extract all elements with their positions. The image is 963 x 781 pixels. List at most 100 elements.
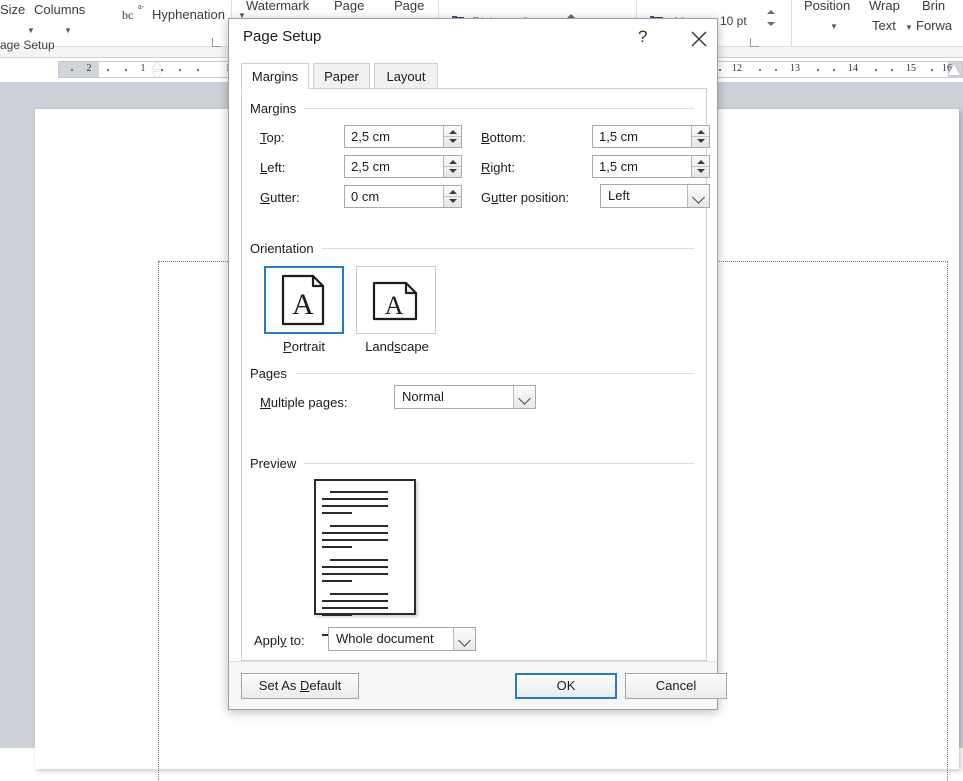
ribbon-button-bring-forward-line2[interactable]: Forwa bbox=[916, 18, 952, 33]
top-margin-spin-buttons[interactable] bbox=[443, 126, 461, 147]
margins-tab-panel: Margins Top: 2,5 cm Bottom: 1,5 cm Left:… bbox=[241, 88, 707, 661]
preview-line bbox=[322, 532, 388, 534]
left-margin-spinner[interactable]: 2,5 cm bbox=[344, 155, 462, 178]
bottom-margin-value[interactable]: 1,5 cm bbox=[593, 126, 691, 147]
dialog-title: Page Setup bbox=[243, 28, 321, 45]
preview-line bbox=[322, 512, 352, 514]
group-label-pages: Pages bbox=[250, 366, 293, 381]
label-bottom: Bottom: bbox=[481, 130, 526, 145]
gutter-spinner[interactable]: 0 cm bbox=[344, 185, 462, 208]
svg-text:A: A bbox=[385, 291, 404, 320]
page-setup-dialog: Page Setup ? Margins Paper Layout Margin… bbox=[228, 18, 718, 710]
ruler-number: 15 bbox=[906, 63, 916, 74]
chevron-down-icon[interactable]: ▼ bbox=[64, 26, 72, 35]
gutter-spin-buttons[interactable] bbox=[443, 186, 461, 207]
chevron-down-icon[interactable]: ▼ bbox=[830, 22, 838, 31]
spinner-up-icon bbox=[449, 190, 457, 194]
spinner-up-icon bbox=[697, 130, 705, 134]
bottom-margin-spinner[interactable]: 1,5 cm bbox=[592, 125, 710, 148]
bottom-margin-spin-buttons[interactable] bbox=[691, 126, 709, 147]
preview-line bbox=[322, 498, 388, 500]
orientation-label-landscape: Landscape bbox=[350, 339, 444, 354]
ribbon-button-position[interactable]: Position bbox=[804, 0, 850, 13]
group-label-margins: Margins bbox=[250, 101, 302, 116]
tab-layout[interactable]: Layout bbox=[374, 63, 438, 89]
gutter-value[interactable]: 0 cm bbox=[345, 186, 443, 207]
multiple-pages-dropdown[interactable]: Normal bbox=[394, 385, 536, 409]
ribbon-separator bbox=[791, 0, 792, 46]
group-label-preview: Preview bbox=[250, 456, 302, 471]
chevron-down-icon[interactable]: ▼ bbox=[905, 23, 913, 32]
chevron-down-icon[interactable] bbox=[513, 386, 535, 408]
chevron-down-icon[interactable]: ▼ bbox=[27, 26, 35, 35]
page-portrait-icon: A bbox=[277, 273, 331, 327]
chevron-down-icon[interactable] bbox=[453, 628, 475, 650]
hyphenation-icon-sup: a- bbox=[138, 2, 144, 11]
preview-line-indented bbox=[330, 593, 388, 595]
ruler-number: 14 bbox=[848, 63, 858, 74]
preview-line bbox=[322, 546, 352, 548]
group-divider bbox=[304, 463, 694, 464]
top-margin-spinner[interactable]: 2,5 cm bbox=[344, 125, 462, 148]
left-margin-spin-buttons[interactable] bbox=[443, 156, 461, 177]
label-right: Right: bbox=[481, 160, 515, 175]
orientation-option-portrait[interactable]: A bbox=[264, 266, 344, 334]
right-margin-spinner[interactable]: 1,5 cm bbox=[592, 155, 710, 178]
gutter-position-value: Left bbox=[601, 185, 687, 207]
spinner-down-icon bbox=[449, 199, 457, 203]
ribbon-button-columns[interactable]: Columns bbox=[34, 2, 85, 17]
tab-margins[interactable]: Margins bbox=[241, 63, 309, 89]
spinner-down-icon[interactable] bbox=[767, 22, 775, 26]
ribbon-button-wrap-text-line2[interactable]: Text bbox=[872, 18, 896, 33]
preview-line bbox=[322, 614, 352, 616]
top-margin-value[interactable]: 2,5 cm bbox=[345, 126, 443, 147]
label-gutter: Gutter: bbox=[260, 190, 300, 205]
ribbon-button-wrap-text[interactable]: Wrap bbox=[869, 0, 900, 13]
preview-line bbox=[322, 600, 388, 602]
label-apply-to: Apply to: bbox=[254, 633, 305, 648]
dialog-footer: Set As Default OK Cancel bbox=[229, 661, 717, 709]
right-margin-spin-buttons[interactable] bbox=[691, 156, 709, 177]
cancel-button[interactable]: Cancel bbox=[625, 673, 727, 699]
left-margin-value[interactable]: 2,5 cm bbox=[345, 156, 443, 177]
preview-line bbox=[322, 505, 388, 507]
ok-button[interactable]: OK bbox=[515, 673, 617, 699]
ribbon-button-page-color[interactable]: Page bbox=[334, 0, 364, 13]
spinner-up-icon bbox=[697, 160, 705, 164]
ruler-number: 12 bbox=[732, 63, 742, 74]
ribbon-button-hyphenation[interactable]: Hyphenation bbox=[152, 7, 225, 22]
close-icon bbox=[690, 30, 708, 48]
label-top: Top: bbox=[260, 130, 285, 145]
spinner-down-icon bbox=[697, 139, 705, 143]
right-margin-value[interactable]: 1,5 cm bbox=[593, 156, 691, 177]
apply-to-dropdown[interactable]: Whole document bbox=[328, 627, 476, 651]
dialog-tabs: Margins Paper Layout bbox=[241, 63, 707, 89]
dialog-title-bar: Page Setup ? bbox=[229, 19, 717, 57]
ruler-number: 1 bbox=[141, 63, 146, 74]
group-divider bbox=[296, 373, 694, 374]
gutter-position-dropdown[interactable]: Left bbox=[600, 184, 710, 208]
question-mark-icon: ? bbox=[638, 27, 647, 47]
set-as-default-button[interactable]: Set As Default bbox=[241, 673, 359, 699]
preview-line bbox=[322, 573, 388, 575]
close-button[interactable] bbox=[684, 25, 714, 51]
ribbon-value-spacing-after[interactable]: 10 pt bbox=[720, 14, 747, 28]
tab-paper[interactable]: Paper bbox=[313, 63, 370, 89]
group-divider bbox=[322, 248, 694, 249]
ribbon-button-watermark[interactable]: Watermark bbox=[246, 0, 309, 13]
ribbon-button-bring-forward[interactable]: Brin bbox=[922, 0, 945, 13]
spinner-up-icon bbox=[449, 160, 457, 164]
label-multiple-pages: Multiple pages: bbox=[260, 395, 347, 410]
chevron-down-icon[interactable] bbox=[687, 185, 709, 207]
right-indent-marker[interactable] bbox=[948, 64, 960, 75]
spinner-up-icon[interactable] bbox=[767, 10, 775, 14]
ribbon-button-size[interactable]: Size bbox=[0, 2, 25, 17]
preview-line-indented bbox=[330, 559, 388, 561]
label-left: Left: bbox=[260, 160, 285, 175]
indent-marker[interactable] bbox=[152, 62, 163, 78]
ribbon-button-page-borders[interactable]: Page bbox=[394, 0, 424, 13]
orientation-option-landscape[interactable]: A bbox=[356, 266, 436, 334]
dialog-launcher-icon[interactable] bbox=[212, 38, 221, 47]
dialog-launcher-icon[interactable] bbox=[750, 38, 759, 47]
help-button[interactable]: ? bbox=[629, 25, 659, 51]
